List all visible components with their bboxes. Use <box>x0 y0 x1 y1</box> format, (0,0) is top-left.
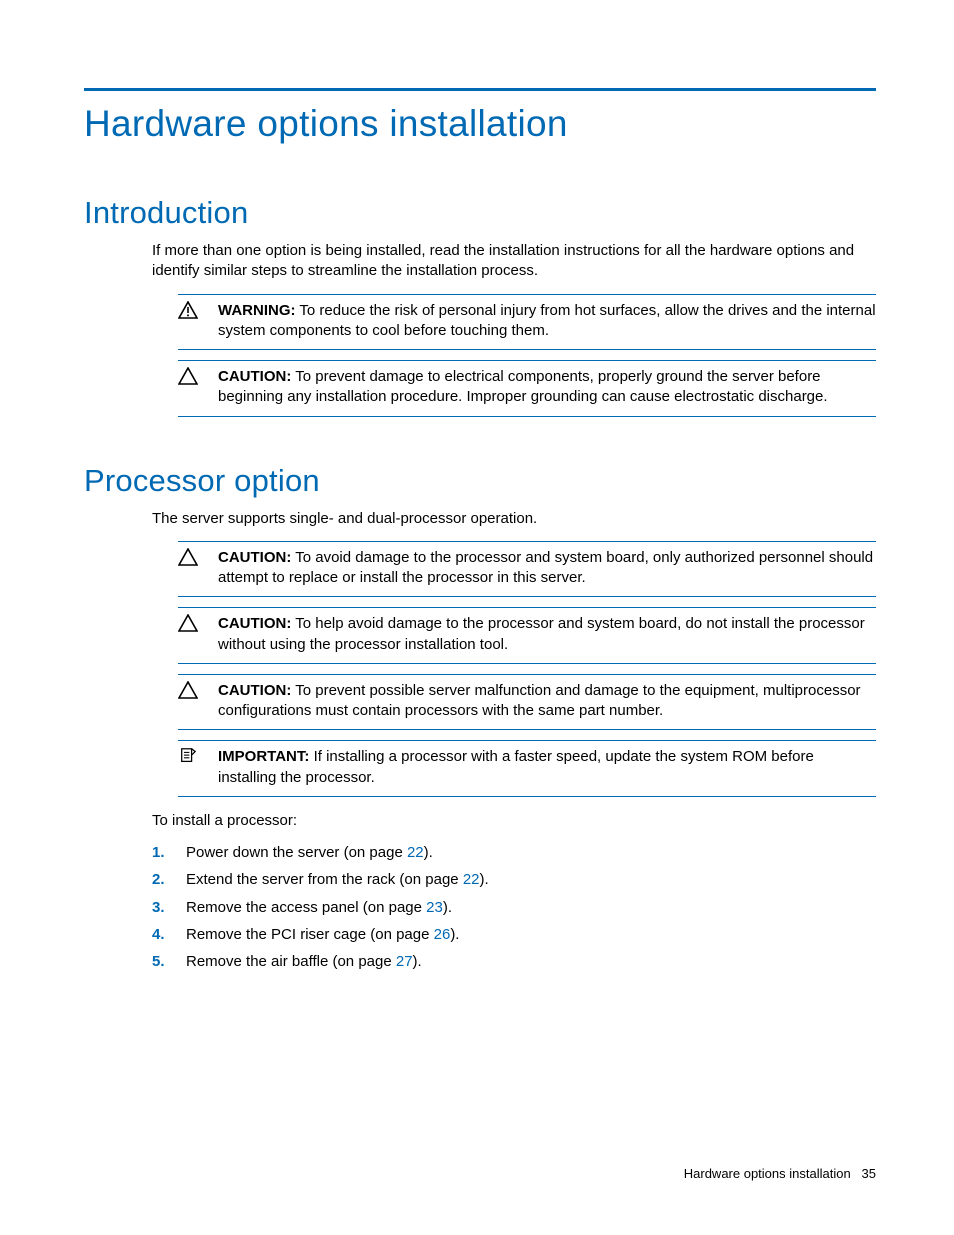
top-rule <box>84 88 876 91</box>
section-title-processor: Processor option <box>84 463 876 499</box>
page-ref-link[interactable]: 26 <box>434 926 451 943</box>
callout-caution-text: CAUTION: To prevent damage to electrical… <box>218 367 876 408</box>
caution-icon <box>178 367 218 385</box>
callout-label: CAUTION: <box>218 368 291 385</box>
callout-body: To reduce the risk of personal injury fr… <box>218 302 876 339</box>
callout-body: To prevent damage to electrical componen… <box>218 368 828 405</box>
callout-label: IMPORTANT: <box>218 748 309 765</box>
step-item: 1. Power down the server (on page 22). <box>152 843 876 863</box>
step-number: 5. <box>152 952 186 972</box>
callout-label: CAUTION: <box>218 615 291 632</box>
callout-text: CAUTION: To avoid damage to the processo… <box>218 548 876 589</box>
step-item: 4. Remove the PCI riser cage (on page 26… <box>152 925 876 945</box>
callout-text: IMPORTANT: If installing a processor wit… <box>218 747 876 788</box>
page-container: Hardware options installation Introducti… <box>0 0 954 1235</box>
callout-body: To help avoid damage to the processor an… <box>218 615 865 652</box>
callout-text: CAUTION: To prevent possible server malf… <box>218 681 876 722</box>
callout-text: CAUTION: To help avoid damage to the pro… <box>218 614 876 655</box>
processor-body-block: The server supports single- and dual-pro… <box>152 509 876 973</box>
step-number: 3. <box>152 898 186 918</box>
callout-important: IMPORTANT: If installing a processor wit… <box>178 740 876 797</box>
callout-caution: CAUTION: To prevent damage to electrical… <box>178 360 876 417</box>
callout-body: To avoid damage to the processor and sys… <box>218 549 873 586</box>
callout-caution: CAUTION: To prevent possible server malf… <box>178 674 876 731</box>
page-ref-link[interactable]: 23 <box>426 899 443 916</box>
callout-body: To prevent possible server malfunction a… <box>218 682 861 719</box>
caution-icon <box>178 548 218 566</box>
page-footer: Hardware options installation 35 <box>684 1166 876 1181</box>
callout-warning-text: WARNING: To reduce the risk of personal … <box>218 301 876 342</box>
step-number: 1. <box>152 843 186 863</box>
install-steps-list: 1. Power down the server (on page 22). 2… <box>152 843 876 972</box>
step-item: 3. Remove the access panel (on page 23). <box>152 898 876 918</box>
page-ref-link[interactable]: 22 <box>463 871 480 888</box>
steps-lead: To install a processor: <box>152 811 876 831</box>
step-number: 2. <box>152 870 186 890</box>
step-text: Extend the server from the rack (on page… <box>186 870 489 890</box>
callout-caution: CAUTION: To avoid damage to the processo… <box>178 541 876 598</box>
callout-caution: CAUTION: To help avoid damage to the pro… <box>178 607 876 664</box>
intro-body-block: If more than one option is being install… <box>152 241 876 417</box>
step-item: 5. Remove the air baffle (on page 27). <box>152 952 876 972</box>
callout-label: WARNING: <box>218 302 296 319</box>
intro-paragraph: If more than one option is being install… <box>152 241 876 282</box>
processor-paragraph: The server supports single- and dual-pro… <box>152 509 876 529</box>
section-title-introduction: Introduction <box>84 195 876 231</box>
caution-icon <box>178 614 218 632</box>
step-text: Power down the server (on page 22). <box>186 843 433 863</box>
footer-page-number: 35 <box>862 1166 876 1181</box>
page-ref-link[interactable]: 22 <box>407 844 424 861</box>
step-text: Remove the air baffle (on page 27). <box>186 952 422 972</box>
important-icon <box>178 747 218 765</box>
page-ref-link[interactable]: 27 <box>396 953 413 970</box>
step-text: Remove the PCI riser cage (on page 26). <box>186 925 459 945</box>
callout-label: CAUTION: <box>218 549 291 566</box>
caution-icon <box>178 681 218 699</box>
warning-icon <box>178 301 218 319</box>
page-title: Hardware options installation <box>84 103 876 145</box>
step-number: 4. <box>152 925 186 945</box>
footer-title: Hardware options installation <box>684 1166 851 1181</box>
callout-warning: WARNING: To reduce the risk of personal … <box>178 294 876 351</box>
step-text: Remove the access panel (on page 23). <box>186 898 452 918</box>
step-item: 2. Extend the server from the rack (on p… <box>152 870 876 890</box>
callout-label: CAUTION: <box>218 682 291 699</box>
